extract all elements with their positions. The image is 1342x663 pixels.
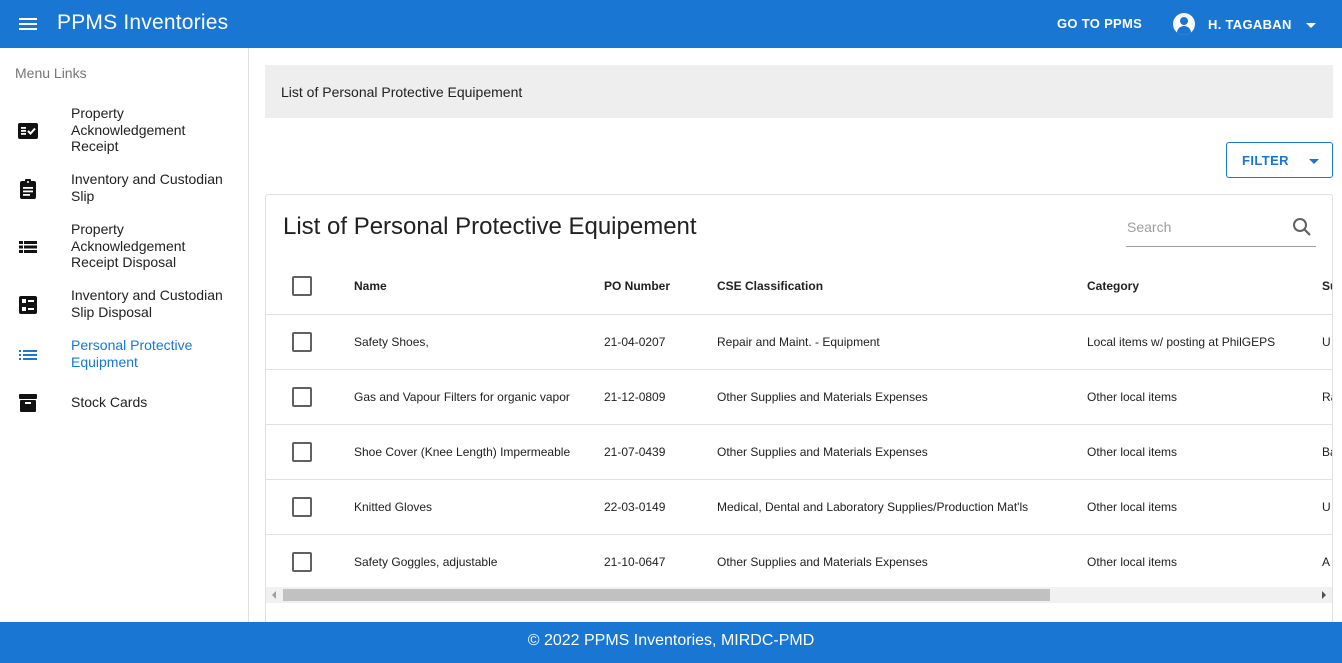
footer: © 2022 PPMS Inventories, MIRDC-PMD (0, 622, 1342, 663)
chevron-down-icon (1308, 158, 1319, 164)
ppe-table-card: List of Personal Protective Equipement N… (265, 194, 1333, 634)
app-bar: PPMS Inventories GO TO PPMS H. TAGABAN (0, 0, 1342, 48)
ballot-icon (17, 294, 39, 316)
row-checkbox[interactable] (292, 551, 312, 572)
table-row[interactable]: Shoe Cover (Knee Length) Impermeable 21-… (266, 424, 1332, 480)
category-cell: Other local items (1087, 479, 1322, 535)
archive-icon (17, 392, 39, 414)
account-circle-icon (1173, 13, 1195, 35)
po-number-cell: 21-10-0647 (604, 534, 717, 590)
view-list-icon (17, 236, 39, 258)
breadcrumb: List of Personal Protective Equipement (265, 65, 1333, 118)
cse-classification-cell: Repair and Maint. - Equipment (717, 314, 1087, 370)
list-icon (17, 344, 39, 366)
sidebar-item-label: Inventory and Custodian Slip (71, 171, 223, 204)
select-all-checkbox[interactable] (292, 276, 312, 297)
footer-text: © 2022 PPMS Inventories, MIRDC-PMD (527, 632, 815, 649)
scroll-left-icon[interactable] (272, 591, 276, 599)
menu-icon[interactable] (14, 10, 42, 38)
column-header-name[interactable]: Name (354, 259, 604, 315)
user-menu-button[interactable]: H. TAGABAN (1168, 9, 1316, 39)
table-row[interactable]: Gas and Vapour Filters for organic vapor… (266, 369, 1332, 425)
row-select-cell (266, 314, 354, 370)
ppe-table: Name PO Number CSE Classification Catego… (266, 259, 1332, 590)
truncated-cell: A (1322, 534, 1332, 590)
row-checkbox[interactable] (292, 496, 312, 517)
name-cell: Gas and Vapour Filters for organic vapor (354, 369, 604, 425)
po-number-cell: 22-03-0149 (604, 479, 717, 535)
table-row[interactable]: Safety Goggles, adjustable 21-10-0647 Ot… (266, 534, 1332, 590)
truncated-cell: Ba (1322, 424, 1332, 480)
row-checkbox[interactable] (292, 331, 312, 352)
cse-classification-cell: Medical, Dental and Laboratory Supplies/… (717, 479, 1087, 535)
card-title: List of Personal Protective Equipement (283, 213, 697, 240)
column-header-cse-classification[interactable]: CSE Classification (717, 259, 1087, 315)
cse-classification-cell: Other Supplies and Materials Expenses (717, 534, 1087, 590)
sidebar-item-property-acknowledgement-receipt-disposal[interactable]: Property Acknowledgement Receipt Disposa… (0, 220, 248, 274)
category-cell: Local items w/ posting at PhilGEPS (1087, 314, 1322, 370)
category-cell: Other local items (1087, 369, 1322, 425)
search-input[interactable] (1127, 217, 1277, 237)
column-header-truncated[interactable]: Su (1322, 259, 1332, 315)
row-select-cell (266, 534, 354, 590)
user-name: H. TAGABAN (1208, 16, 1292, 32)
category-cell: Other local items (1087, 424, 1322, 480)
select-all-cell (266, 259, 354, 315)
sidebar-item-property-acknowledgement-receipt[interactable]: Property Acknowledgement Receipt (0, 104, 248, 158)
breadcrumb-text: List of Personal Protective Equipement (281, 84, 523, 100)
horizontal-scrollbar[interactable] (266, 587, 1332, 603)
main-content: List of Personal Protective Equipement F… (250, 48, 1342, 634)
sidebar-item-personal-protective-equipment[interactable]: Personal Protective Equipment (0, 336, 248, 374)
table-header-row: Name PO Number CSE Classification Catego… (266, 259, 1332, 315)
sidebar-item-label: Property Acknowledgement Receipt Disposa… (71, 221, 186, 270)
scroll-right-icon[interactable] (1322, 591, 1326, 599)
row-select-cell (266, 424, 354, 480)
search-field (1126, 209, 1316, 247)
name-cell: Knitted Gloves (354, 479, 604, 535)
row-select-cell (266, 369, 354, 425)
po-number-cell: 21-12-0809 (604, 369, 717, 425)
chevron-down-icon (1305, 22, 1316, 28)
column-header-category[interactable]: Category (1087, 259, 1322, 315)
cse-classification-cell: Other Supplies and Materials Expenses (717, 369, 1087, 425)
po-number-cell: 21-07-0439 (604, 424, 717, 480)
app-title: PPMS Inventories (57, 11, 229, 34)
table-row[interactable]: Safety Shoes, 21-04-0207 Repair and Main… (266, 314, 1332, 370)
name-cell: Shoe Cover (Knee Length) Impermeable (354, 424, 604, 480)
name-cell: Safety Goggles, adjustable (354, 534, 604, 590)
sidebar-item-label: Inventory and Custodian Slip Disposal (71, 287, 223, 320)
category-cell: Other local items (1087, 534, 1322, 590)
filter-label: FILTER (1242, 152, 1289, 168)
sidebar-item-label: Stock Cards (71, 394, 148, 410)
sidebar-item-stock-cards[interactable]: Stock Cards (0, 392, 248, 414)
column-header-po-number[interactable]: PO Number (604, 259, 717, 315)
sidebar-item-label: Property Acknowledgement Receipt (71, 105, 186, 154)
go-to-ppms-button[interactable]: GO TO PPMS (1048, 15, 1151, 32)
truncated-cell: U (1322, 479, 1332, 535)
fact-check-icon (17, 120, 39, 142)
truncated-cell: Ra (1322, 369, 1332, 425)
truncated-cell: U (1322, 314, 1332, 370)
table-row[interactable]: Knitted Gloves 22-03-0149 Medical, Denta… (266, 479, 1332, 535)
search-icon[interactable] (1292, 217, 1312, 237)
filter-button[interactable]: FILTER (1226, 142, 1333, 178)
sidebar: Menu Links Property Acknowledgement Rece… (0, 48, 249, 622)
row-checkbox[interactable] (292, 386, 312, 407)
sidebar-item-inventory-and-custodian-slip-disposal[interactable]: Inventory and Custodian Slip Disposal (0, 286, 248, 324)
cse-classification-cell: Other Supplies and Materials Expenses (717, 424, 1087, 480)
sidebar-item-label: Personal Protective Equipment (71, 337, 193, 370)
name-cell: Safety Shoes, (354, 314, 604, 370)
scrollbar-thumb[interactable] (283, 589, 1050, 601)
sidebar-item-inventory-and-custodian-slip[interactable]: Inventory and Custodian Slip (0, 170, 248, 208)
row-checkbox[interactable] (292, 441, 312, 462)
row-select-cell (266, 479, 354, 535)
sidebar-subheader: Menu Links (15, 65, 87, 81)
po-number-cell: 21-04-0207 (604, 314, 717, 370)
assignment-icon (17, 178, 39, 200)
